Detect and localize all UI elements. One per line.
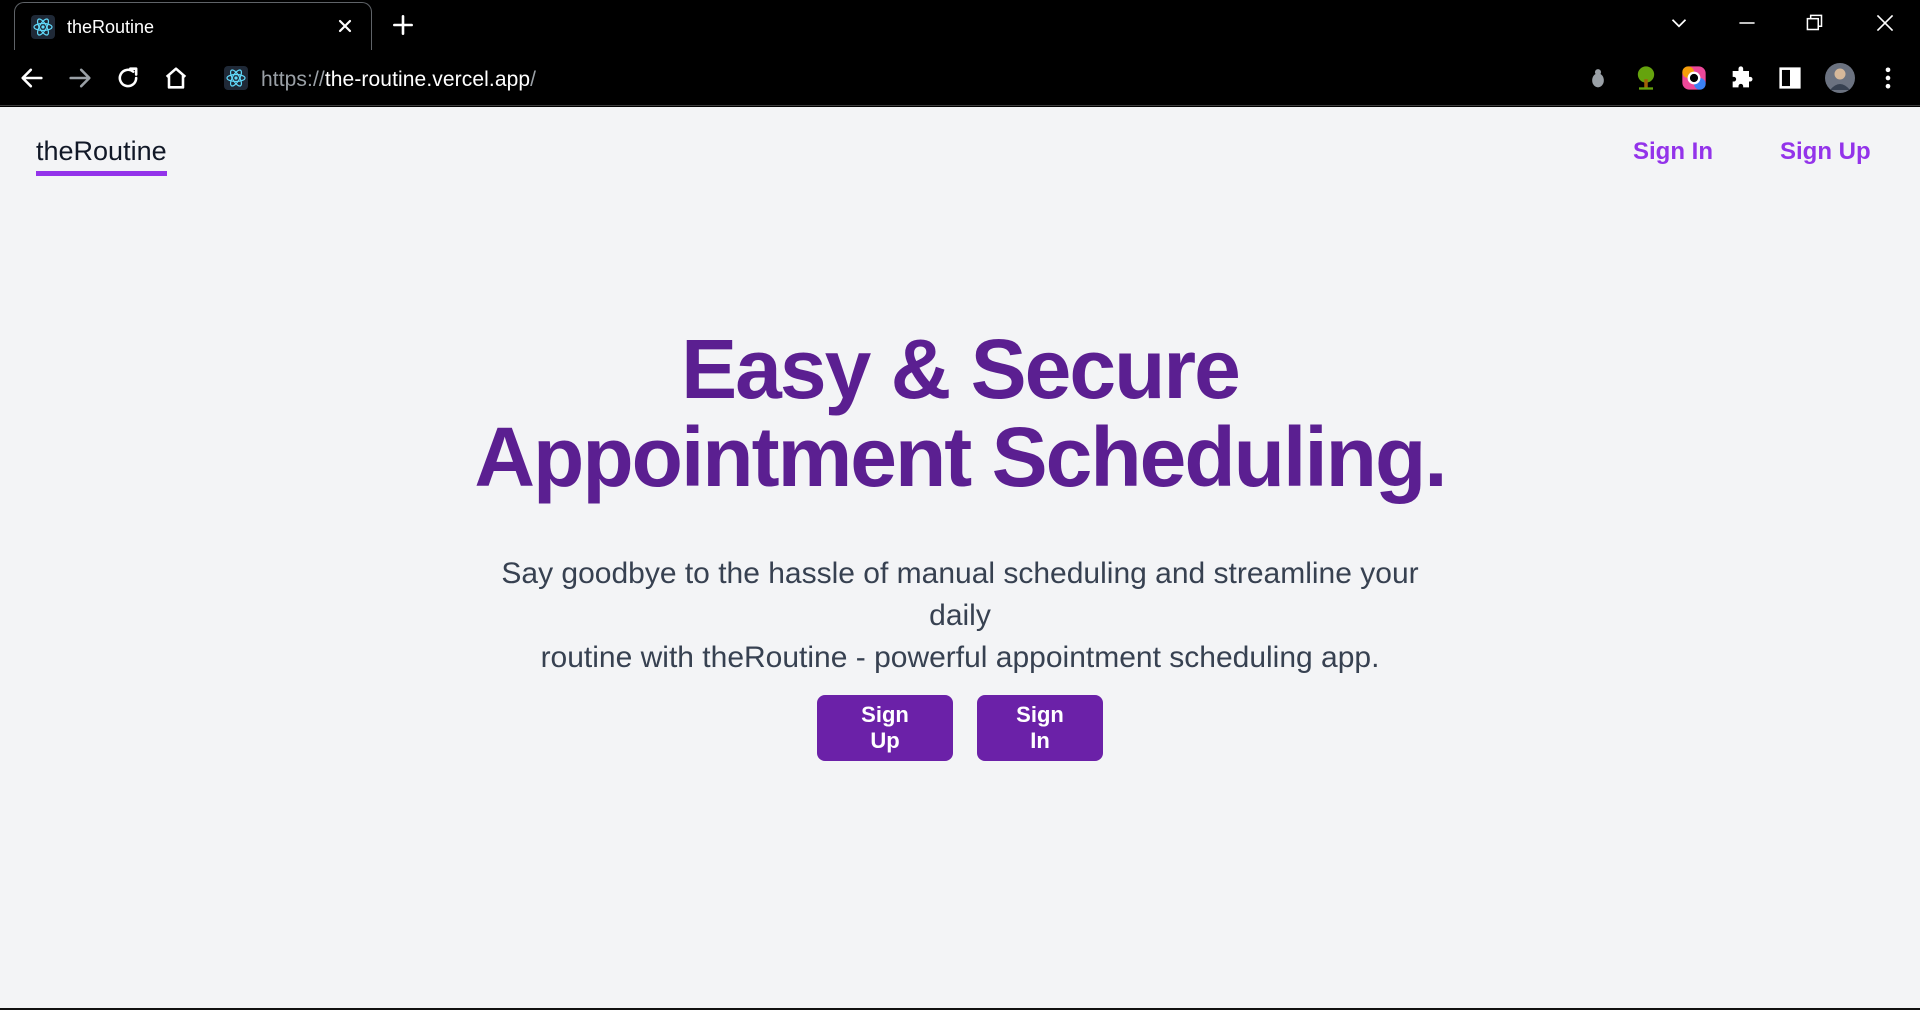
url-text: https://the-routine.vercel.app/	[261, 68, 537, 91]
browser-tab[interactable]: theRoutine	[14, 2, 372, 50]
browser-toolbar: https://the-routine.vercel.app/	[0, 50, 1920, 106]
restore-icon[interactable]	[1802, 10, 1828, 36]
hero-subtitle-line-1: Say goodbye to the hassle of manual sche…	[501, 557, 1419, 632]
hero-headline-line-1: Easy & Secure	[681, 322, 1241, 416]
sign-in-button[interactable]: Sign In	[977, 695, 1103, 761]
page-content: theRoutine Sign In Sign Up Easy & Secure…	[0, 107, 1920, 1010]
extension-color-icon[interactable]	[1680, 64, 1708, 92]
sign-up-button[interactable]: Sign Up	[817, 695, 953, 761]
avatar[interactable]	[1824, 62, 1856, 94]
brand-logo-link[interactable]: theRoutine	[36, 136, 167, 176]
hero-headline: Easy & Secure Appointment Scheduling.	[0, 325, 1920, 501]
nav-sign-up-link[interactable]: Sign Up	[1780, 138, 1871, 166]
forward-icon[interactable]	[66, 64, 94, 92]
reload-icon[interactable]	[114, 64, 142, 92]
menu-icon[interactable]	[1874, 64, 1902, 92]
close-icon[interactable]	[333, 14, 357, 38]
nav-sign-in-link[interactable]: Sign In	[1633, 138, 1713, 166]
extension-bug-icon[interactable]	[1584, 64, 1612, 92]
hero-headline-line-2: Appointment Scheduling.	[474, 410, 1447, 504]
hero-subtitle-line-2: routine with theRoutine - powerful appoi…	[540, 641, 1380, 674]
site-info-icon[interactable]	[224, 66, 248, 90]
address-bar[interactable]: https://the-routine.vercel.app/	[220, 58, 1550, 98]
home-icon[interactable]	[162, 64, 190, 92]
extensions-puzzle-icon[interactable]	[1728, 64, 1756, 92]
minimize-icon[interactable]	[1734, 10, 1760, 36]
close-window-icon[interactable]	[1872, 10, 1898, 36]
back-icon[interactable]	[18, 64, 46, 92]
hero-section: Easy & Secure Appointment Scheduling. Sa…	[0, 325, 1920, 679]
cta-row: Sign Up Sign In	[0, 695, 1920, 761]
chevron-down-icon[interactable]	[1666, 10, 1692, 36]
side-panel-icon[interactable]	[1776, 64, 1804, 92]
browser-tabstrip: theRoutine	[0, 0, 1920, 50]
hero-subtitle: Say goodbye to the hassle of manual sche…	[470, 553, 1450, 679]
extension-tree-icon[interactable]	[1632, 64, 1660, 92]
new-tab-icon[interactable]	[390, 12, 416, 38]
tab-title: theRoutine	[67, 17, 155, 37]
react-icon	[31, 15, 55, 39]
